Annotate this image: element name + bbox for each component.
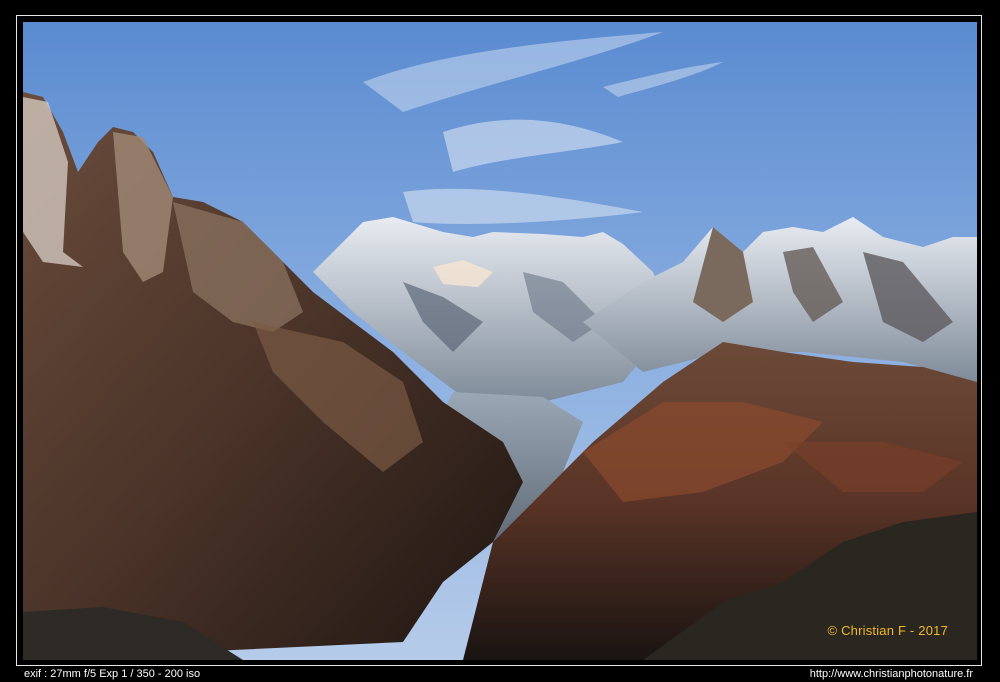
website-link[interactable]: http://www.christianphotonature.fr	[810, 668, 973, 680]
mountain-photo: © Christian F - 2017	[23, 22, 977, 660]
copyright-watermark: © Christian F - 2017	[827, 623, 948, 638]
exif-caption: exif : 27mm f/5 Exp 1 / 350 - 200 iso	[24, 668, 201, 680]
